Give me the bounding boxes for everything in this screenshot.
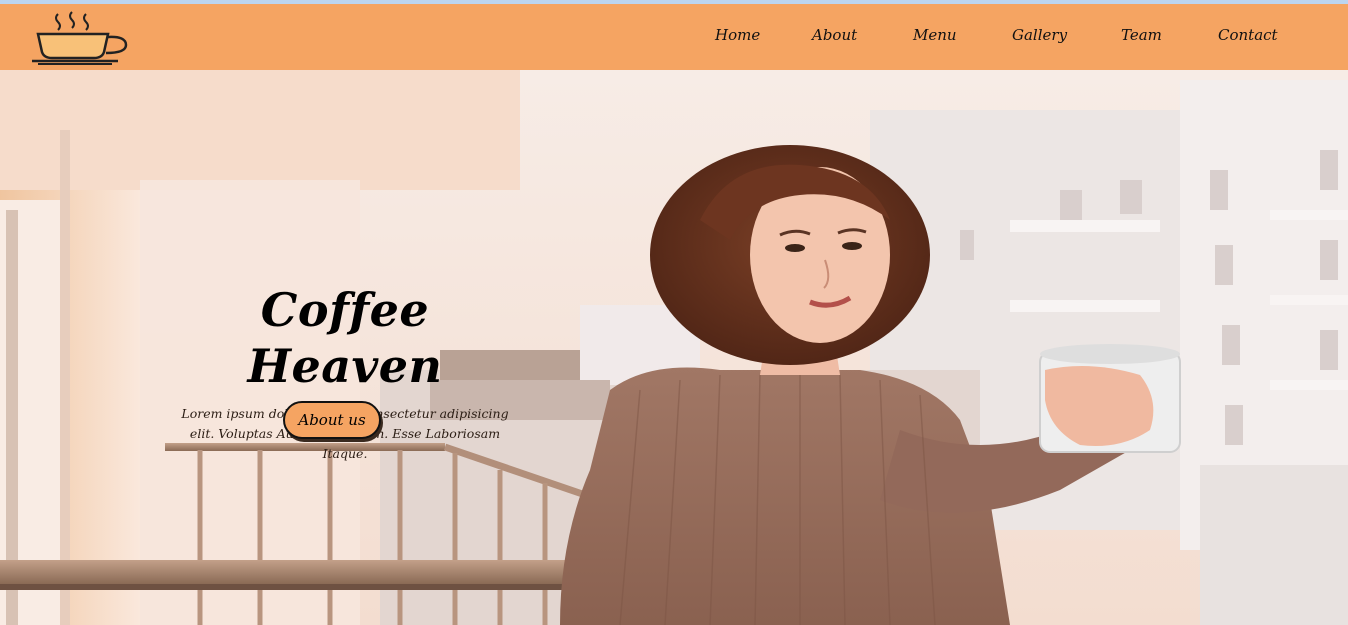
nav-gallery[interactable]: Gallery	[1012, 26, 1067, 44]
nav-about[interactable]: About	[812, 26, 857, 44]
nav-contact[interactable]: Contact	[1218, 26, 1278, 44]
main-nav: Home About Menu Gallery Team Contact	[0, 4, 1348, 70]
hero-title: Coffee Heaven	[247, 283, 443, 393]
hero-section: Coffee Heaven Lorem ipsum dolor sit amet…	[0, 70, 1348, 625]
nav-team[interactable]: Team	[1121, 26, 1162, 44]
about-us-button[interactable]: About us	[283, 401, 381, 439]
nav-menu[interactable]: Menu	[913, 26, 957, 44]
navbar: Home About Menu Gallery Team Contact	[0, 4, 1348, 70]
nav-home[interactable]: Home	[715, 26, 760, 44]
